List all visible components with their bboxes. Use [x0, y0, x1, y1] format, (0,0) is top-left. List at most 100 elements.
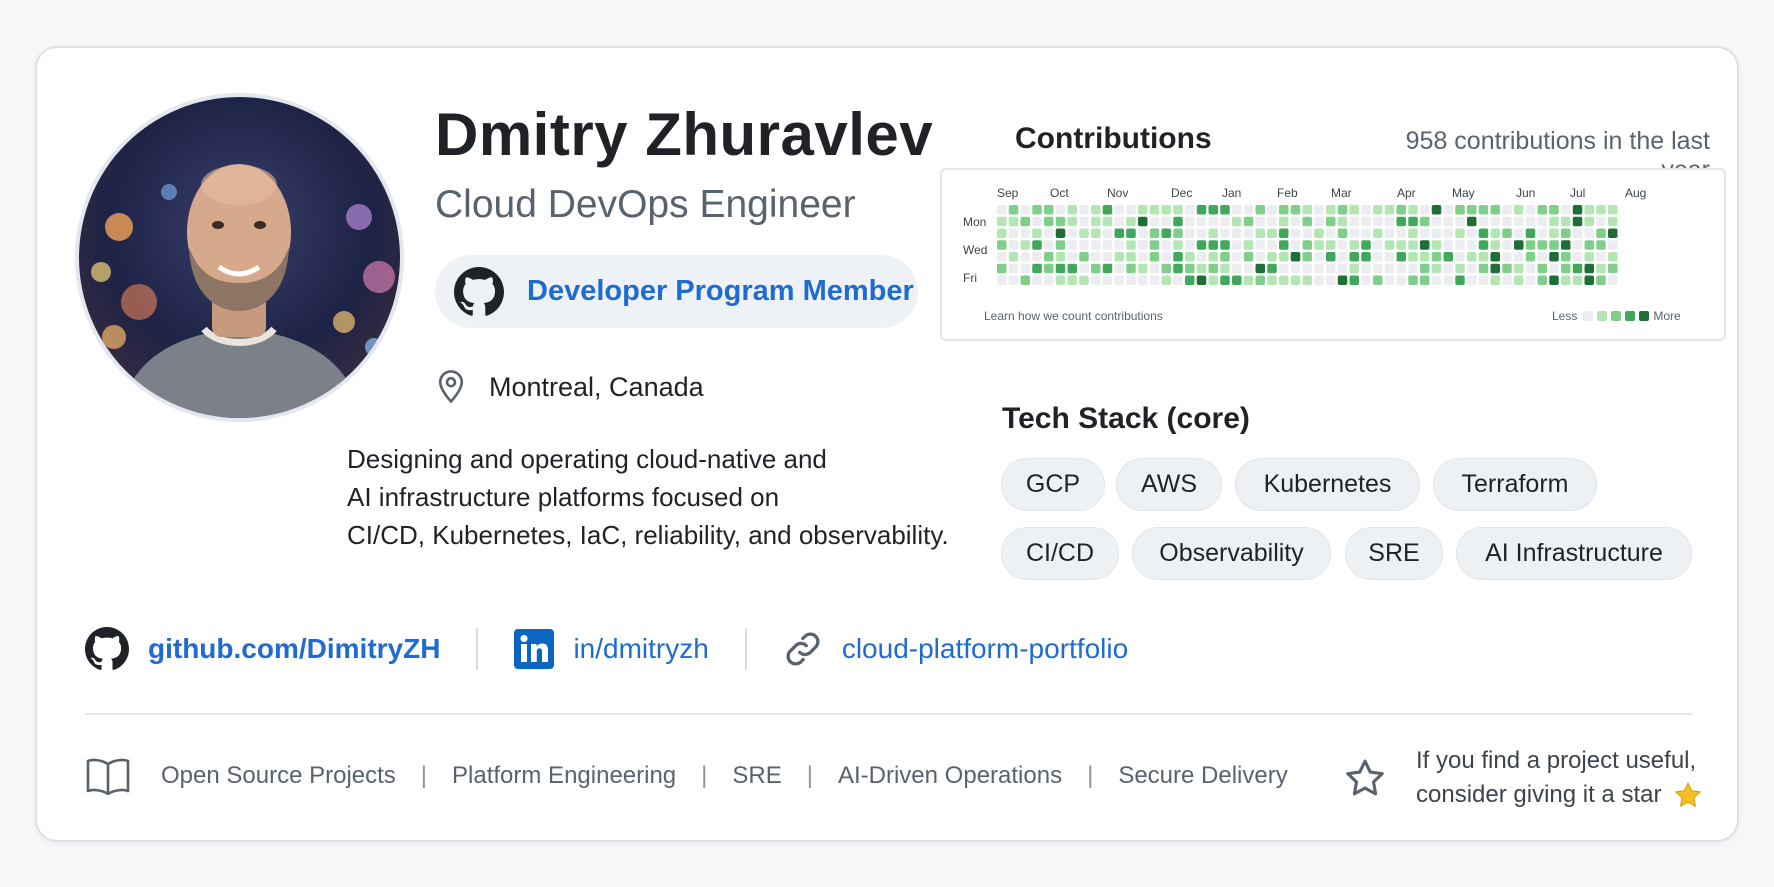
chip-ai-infrastructure[interactable]: AI Infrastructure	[1456, 527, 1692, 580]
contribution-cell	[1279, 205, 1289, 215]
divider	[744, 628, 747, 670]
star-outline-icon[interactable]	[1344, 758, 1386, 798]
contribution-cell	[1232, 228, 1242, 238]
contribution-cell	[1420, 205, 1430, 215]
month-label: Mar	[1331, 186, 1352, 200]
linkedin-link[interactable]: in/dmitryzh	[514, 629, 709, 669]
contribution-cell	[1596, 228, 1606, 238]
contribution-cell	[1596, 263, 1606, 274]
contribution-cell	[1032, 216, 1042, 227]
contribution-cell	[1044, 263, 1054, 274]
contribution-cell	[1467, 216, 1477, 227]
contribution-cell	[1408, 240, 1418, 250]
contribution-cell	[1337, 205, 1348, 215]
contribution-cell	[1208, 252, 1218, 262]
contribution-cell	[1572, 275, 1583, 285]
contribution-cell	[1185, 263, 1195, 274]
contribution-cell	[1478, 252, 1489, 262]
month-label: May	[1452, 186, 1475, 200]
book-icon	[86, 758, 130, 795]
chip-kubernetes[interactable]: Kubernetes	[1235, 458, 1420, 511]
star-callout: If you find a project useful, consider g…	[1344, 744, 1703, 812]
contribution-cell	[1514, 205, 1524, 215]
contribution-cell	[1020, 263, 1030, 274]
contribution-cell	[1314, 275, 1324, 285]
contribution-cell	[1020, 216, 1030, 227]
developer-program-label: Developer Program Member	[527, 275, 914, 307]
contribution-cell	[1349, 216, 1359, 227]
focus-areas: Open Source Projects | Platform Engineer…	[85, 756, 1288, 796]
contribution-cell	[1161, 263, 1171, 274]
developer-program-badge[interactable]: Developer Program Member	[435, 255, 918, 328]
contribution-cell	[1337, 228, 1348, 238]
contribution-cell	[1079, 275, 1089, 285]
contribution-cell	[1502, 216, 1512, 227]
contribution-cell	[1091, 228, 1101, 238]
contribution-cell	[1561, 216, 1571, 227]
learn-contributions-link[interactable]: Learn how we count contributions	[984, 309, 1163, 323]
contribution-cell	[1138, 228, 1148, 238]
contribution-cell	[1349, 240, 1359, 250]
portfolio-link[interactable]: cloud-platform-portfolio	[783, 629, 1128, 669]
contribution-cell	[1149, 240, 1160, 250]
contribution-cell	[1173, 240, 1183, 250]
contribution-cell	[1220, 228, 1230, 238]
contribution-cell	[1408, 228, 1418, 238]
contribution-cell	[1044, 275, 1054, 285]
contribution-cell	[1525, 240, 1536, 250]
chip-observability[interactable]: Observability	[1132, 527, 1331, 580]
contribution-cell	[1032, 228, 1042, 238]
contribution-cell	[1232, 275, 1242, 285]
focus-tag: AI-Driven Operations	[837, 762, 1063, 789]
contribution-cell	[1267, 240, 1277, 250]
contribution-cell	[1561, 240, 1571, 250]
contribution-cell	[1091, 275, 1101, 285]
contribution-cell	[1232, 263, 1242, 274]
github-link[interactable]: github.com/DimitryZH	[85, 627, 440, 671]
contribution-cell	[1044, 205, 1054, 215]
contribution-cell	[1561, 275, 1571, 285]
contribution-cell	[1408, 252, 1418, 262]
contribution-cell	[1008, 205, 1019, 215]
contribution-cell	[1431, 216, 1442, 227]
chip-sre[interactable]: SRE	[1345, 527, 1443, 580]
contribution-cell	[1055, 263, 1066, 274]
contribution-cell	[1608, 263, 1618, 274]
contribution-cell	[1149, 263, 1160, 274]
contribution-cell	[997, 240, 1007, 250]
contribution-cell	[1149, 216, 1160, 227]
contribution-cell	[1608, 228, 1618, 238]
contribution-cell	[1114, 275, 1124, 285]
contribution-cell	[1114, 263, 1124, 274]
contribution-cell	[1091, 216, 1101, 227]
contribution-cell	[1055, 240, 1066, 250]
contribution-cell	[1138, 216, 1148, 227]
contribution-cell	[1408, 275, 1418, 285]
contribution-cell	[1208, 240, 1218, 250]
contribution-cell	[1243, 263, 1254, 274]
contribution-cell	[1337, 216, 1348, 227]
contribution-cell	[1161, 228, 1171, 238]
contribution-cell	[1326, 228, 1336, 238]
chip-cicd[interactable]: CI/CD	[1001, 527, 1119, 580]
contribution-cell	[1102, 240, 1113, 250]
contribution-cell	[1102, 228, 1113, 238]
contribution-cell	[1502, 275, 1512, 285]
contribution-cell	[1572, 263, 1583, 274]
contribution-cell	[1396, 216, 1406, 227]
star-message: If you find a project useful, consider g…	[1416, 744, 1703, 812]
contribution-cell	[1431, 240, 1442, 250]
contribution-cell	[1161, 275, 1171, 285]
contribution-cell	[1196, 263, 1207, 274]
contribution-cell	[1596, 275, 1606, 285]
contribution-cell	[1349, 252, 1359, 262]
contribution-cell	[1279, 240, 1289, 250]
contribution-cell	[1149, 205, 1160, 215]
chip-gcp[interactable]: GCP	[1001, 458, 1105, 511]
chip-aws[interactable]: AWS	[1116, 458, 1222, 511]
contribution-cell	[1608, 205, 1618, 215]
contribution-cell	[1173, 216, 1183, 227]
contribution-cell	[1020, 252, 1030, 262]
contribution-cell	[1384, 240, 1395, 250]
chip-terraform[interactable]: Terraform	[1433, 458, 1597, 511]
